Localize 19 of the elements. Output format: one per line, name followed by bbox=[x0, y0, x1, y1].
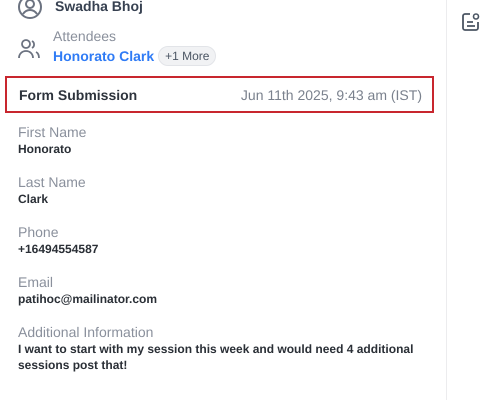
field-value: +16494554587 bbox=[18, 241, 100, 257]
field-value: Honorato bbox=[18, 141, 72, 157]
note-icon[interactable] bbox=[461, 12, 481, 32]
field-label: First Name bbox=[18, 124, 88, 140]
attendees-label: Attendees bbox=[53, 28, 118, 44]
field-value: patihoc@mailinator.com bbox=[18, 291, 158, 307]
field-label: Last Name bbox=[18, 174, 87, 190]
submission-timestamp: Jun 11th 2025, 9:43 am (IST) bbox=[240, 86, 422, 102]
section-title: Form Submission bbox=[19, 86, 138, 102]
organizer-name: Swadha Bhoj bbox=[55, 0, 143, 14]
more-attendees-button[interactable]: +1 More bbox=[158, 46, 216, 66]
users-icon bbox=[17, 38, 41, 60]
field-value: Clark bbox=[18, 191, 50, 207]
field-value: I want to start with my session this week and would need 4 additional sessions post that! bbox=[18, 341, 414, 373]
field-label: Additional Information bbox=[18, 324, 154, 340]
field-label: Email bbox=[18, 274, 54, 290]
field-label: Phone bbox=[18, 224, 60, 240]
user-icon bbox=[17, 0, 43, 20]
attendee-link[interactable]: Honorato Clark bbox=[53, 48, 154, 64]
